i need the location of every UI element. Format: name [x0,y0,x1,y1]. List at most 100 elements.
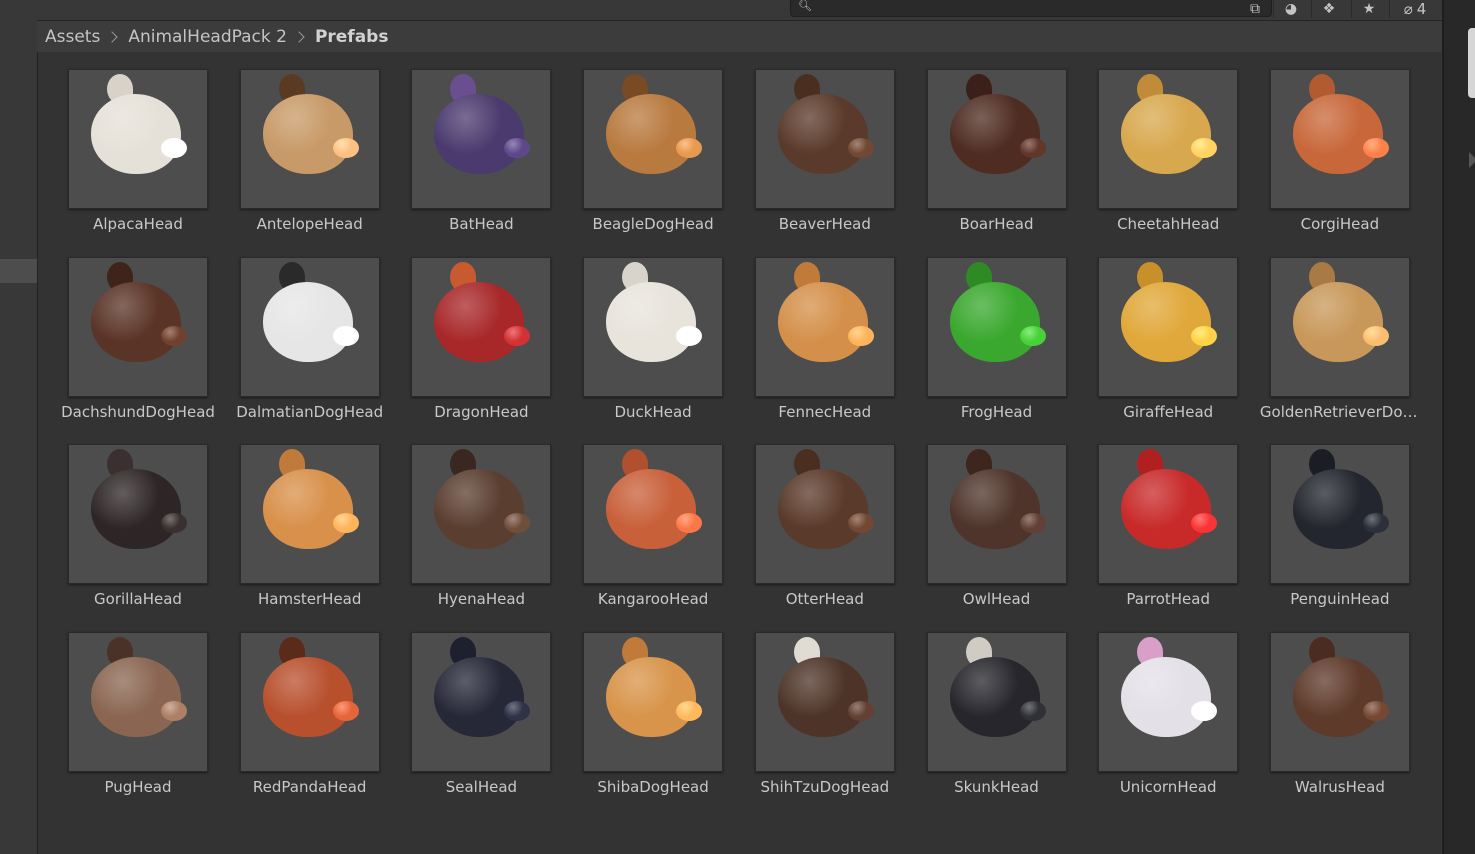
asset-item[interactable]: AlpacaHead [58,69,218,239]
asset-item[interactable]: SkunkHead [917,631,1077,802]
asset-thumbnail[interactable] [754,69,895,209]
animal-head-preview-icon [606,281,697,362]
asset-thumbnail[interactable] [583,69,724,209]
breadcrumb-prefabs[interactable]: Prefabs [315,27,389,47]
asset-item[interactable]: HamsterHead [230,444,390,614]
asset-item[interactable]: PugHead [58,631,218,802]
asset-thumbnail[interactable] [239,631,380,772]
asset-item[interactable]: BeagleDogHead [573,69,733,239]
breadcrumb-animalheadpack[interactable]: AnimalHeadPack 2 [128,27,287,47]
search-by-type-icon[interactable]: ⧉ [1240,0,1269,18]
asset-thumbnail[interactable] [68,256,208,397]
asset-label: UnicornHead [1119,777,1217,796]
asset-thumbnail[interactable] [1269,69,1410,209]
asset-thumbnail[interactable] [926,256,1067,397]
asset-item[interactable]: GiraffeHead [1088,256,1248,427]
asset-item[interactable]: BeaverHead [745,69,905,239]
asset-label: PugHead [104,777,172,796]
asset-label: ShibaDogHead [597,777,709,796]
animal-head-preview-icon [606,94,697,174]
asset-item[interactable]: DalmatianDogHead [230,256,390,427]
asset-item[interactable]: UnicornHead [1088,631,1248,802]
asset-item[interactable]: HyenaHead [401,444,561,614]
animal-head-preview-icon [262,656,353,737]
animal-head-preview-icon [262,281,353,362]
asset-thumbnail[interactable] [411,69,552,209]
asset-thumbnail[interactable] [411,256,552,397]
asset-label: HyenaHead [437,590,526,608]
animal-head-preview-icon [949,469,1040,549]
animal-head-preview-icon [1121,656,1212,737]
filter-by-label-button[interactable]: ❖ [1311,0,1346,18]
asset-thumbnail[interactable] [754,444,895,584]
asset-label: FrogHead [960,402,1033,421]
asset-item[interactable]: FennecHead [745,256,905,427]
inspector-tab[interactable] [1468,28,1475,98]
hidden-packages-count: 4 [1416,0,1427,18]
asset-item[interactable]: GoldenRetrieverDogHead [1260,256,1420,427]
asset-item[interactable]: PenguinHead [1260,444,1420,614]
asset-thumbnail[interactable] [754,256,895,397]
asset-thumbnail[interactable] [1098,256,1239,397]
asset-item[interactable]: ShibaDogHead [573,631,733,802]
asset-thumbnail[interactable] [68,444,208,584]
asset-thumbnail[interactable] [1269,631,1410,772]
asset-item[interactable]: AntelopeHead [230,69,390,239]
breadcrumb-assets[interactable]: Assets [45,27,100,47]
asset-thumbnail[interactable] [583,444,724,584]
asset-thumbnail[interactable] [926,69,1067,209]
asset-item[interactable]: CheetahHead [1088,69,1248,239]
asset-item[interactable]: FrogHead [917,256,1077,427]
collapse-arrow-icon[interactable] [1469,152,1475,168]
animal-head-preview-icon [91,469,181,549]
asset-item[interactable]: ParrotHead [1088,444,1248,614]
asset-thumbnail[interactable] [411,444,552,584]
asset-thumbnail[interactable] [1269,256,1410,397]
asset-item[interactable]: GorillaHead [58,444,218,614]
asset-thumbnail[interactable] [239,256,380,397]
asset-label: GorillaHead [94,590,182,608]
asset-thumbnail[interactable] [926,631,1067,772]
asset-item[interactable]: OwlHead [917,444,1077,614]
asset-item[interactable]: BoarHead [917,69,1077,239]
hidden-packages-button[interactable]: ⌀ 4 [1389,0,1440,18]
asset-item[interactable]: SealHead [401,631,561,802]
asset-thumbnail[interactable] [1098,631,1239,772]
animal-head-preview-icon [606,469,697,549]
asset-thumbnail[interactable] [239,444,380,584]
folder-tree-selected-item[interactable] [0,259,37,283]
asset-item[interactable]: DuckHead [573,256,733,427]
animal-head-preview-icon [777,656,868,737]
asset-item[interactable]: ShihTzuDogHead [745,631,905,802]
asset-thumbnail[interactable] [754,631,895,772]
asset-thumbnail[interactable] [239,69,380,209]
asset-item[interactable]: WalrusHead [1260,631,1420,802]
favorites-button[interactable]: ★ [1351,0,1386,18]
asset-item[interactable]: OtterHead [745,444,905,614]
asset-item[interactable]: BatHead [401,69,561,239]
asset-thumbnail[interactable] [68,631,208,772]
animal-head-preview-icon [1292,94,1383,174]
asset-thumbnail[interactable] [1098,69,1239,209]
asset-thumbnail[interactable] [583,256,724,397]
asset-thumbnail[interactable] [68,69,208,209]
asset-thumbnail[interactable] [583,631,724,772]
asset-item[interactable]: KangarooHead [573,444,733,614]
asset-thumbnail[interactable] [411,631,552,772]
animal-head-preview-icon [434,469,525,549]
asset-item[interactable]: RedPandaHead [230,631,390,802]
asset-item[interactable]: CorgiHead [1260,69,1420,239]
filter-by-type-button[interactable]: ◕ [1273,0,1308,18]
search-input[interactable]: 🔍︎ [790,0,1272,17]
asset-item[interactable]: DragonHead [401,256,561,427]
asset-label: KangarooHead [597,590,709,608]
asset-label: FennecHead [778,402,872,421]
asset-thumbnail[interactable] [1269,444,1410,584]
asset-thumbnail[interactable] [926,444,1067,584]
animal-head-preview-icon [1121,281,1212,362]
animal-head-preview-icon [777,94,868,174]
asset-thumbnail[interactable] [1098,444,1239,584]
asset-item[interactable]: DachshundDogHead [58,256,218,427]
asset-label: WalrusHead [1294,777,1385,796]
asset-label: CorgiHead [1300,215,1380,233]
